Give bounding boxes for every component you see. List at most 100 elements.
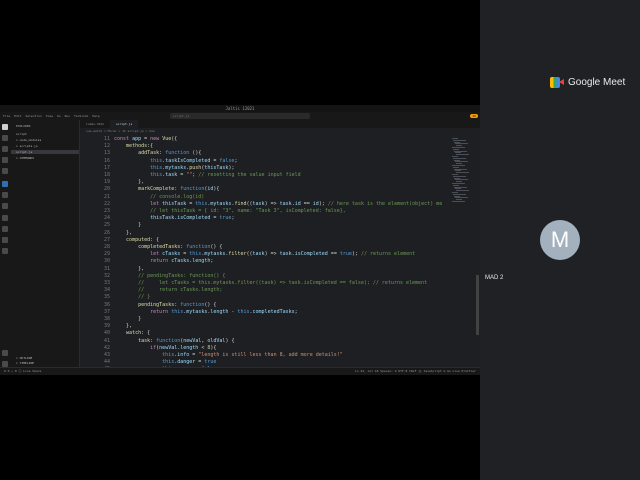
explorer-item[interactable]: > node_modules [16, 138, 41, 142]
code-line[interactable]: 20 markComplete: function(id){ [80, 186, 452, 193]
code-line[interactable]: 32 // pendingTasks: function() { [80, 273, 452, 280]
run-debug-icon[interactable] [2, 157, 8, 163]
code-line[interactable]: 38 } [80, 316, 452, 323]
line-number: 19 [103, 179, 110, 186]
code-line[interactable]: 12 methods:{ [80, 143, 452, 150]
remote-icon[interactable] [2, 181, 8, 187]
explorer-item[interactable]: > COMMANDS [16, 156, 34, 160]
code-line[interactable]: 36 pendingTasks: function() { [80, 302, 452, 309]
code-text: }, [114, 323, 133, 330]
code-text: addTask: function (){ [138, 150, 202, 157]
activity-bar [0, 120, 10, 375]
code-text: // } [138, 294, 151, 301]
code-line[interactable]: 18 this.task = ""; // resetting the valu… [80, 172, 452, 179]
code-line[interactable]: 13 addTask: function (){ [80, 150, 452, 157]
code-line[interactable]: 43 this.info = "length is still less tha… [80, 352, 452, 359]
status-left[interactable]: ⊗ 0 ⚠ 0 ⓘ Live Share [4, 368, 41, 375]
database-icon[interactable] [2, 226, 8, 232]
status-bar: ⊗ 0 ⚠ 0 ⓘ Live Share Ln 42, Col 18 Space… [0, 367, 480, 375]
line-number: 27 [103, 236, 110, 243]
code-line[interactable]: 35 // } [80, 294, 452, 301]
code-line[interactable]: 41 task: function(newVal, oldVal) { [80, 338, 452, 345]
code-line[interactable]: 26 }, [80, 230, 452, 237]
code-line[interactable]: 16 this.taskIsCompleted = false; [80, 158, 452, 165]
code-line[interactable]: 34 // return cTasks.length; [80, 287, 452, 294]
code-line[interactable]: 37 return this.mytasks.length - this.com… [80, 309, 452, 316]
code-text: this.task = ""; // resetting the value i… [150, 172, 301, 178]
line-number: 38 [103, 316, 110, 322]
tab-index-html[interactable]: index.html [80, 120, 110, 128]
code-line[interactable]: 11 const app = new Vue({ [80, 136, 452, 143]
menu-terminal[interactable]: Terminal [74, 114, 88, 118]
tab-script-js[interactable]: script.js [110, 120, 139, 128]
vscode-window: Jaltiı 12021 File Edit Selection View Go… [0, 105, 480, 375]
testing-icon[interactable] [2, 192, 8, 198]
menu-file[interactable]: File [3, 114, 10, 118]
code-line[interactable]: 40 watch: { [80, 330, 452, 337]
code-text: computed: { [126, 236, 160, 243]
source-control-icon[interactable] [2, 146, 8, 152]
code-line[interactable]: 42 if(newVal.length < 8){ [80, 345, 452, 352]
code-line[interactable]: 21 // console.log(id) [80, 194, 452, 201]
code-line[interactable]: 17 this.mytasks.push(thisTask); [80, 165, 452, 172]
line-number: 32 [103, 272, 110, 279]
explorer-panel: EXPLORER script > node_modules > scripts… [10, 120, 80, 367]
command-search-input[interactable]: script.js [170, 113, 310, 119]
account-icon[interactable] [2, 350, 8, 356]
line-number: 30 [103, 258, 110, 265]
bookmark-icon[interactable] [2, 248, 8, 254]
line-number: 18 [103, 172, 110, 178]
code-line[interactable]: 31 }, [80, 266, 452, 273]
code-text: } [114, 222, 142, 229]
status-right[interactable]: Ln 42, Col 18 Spaces: 4 UTF-8 CRLF {} Ja… [355, 368, 476, 375]
code-line[interactable]: 30 return cTasks.length; [80, 258, 452, 265]
code-editor[interactable]: 11 const app = new Vue({12 methods:{13 ad… [80, 134, 452, 375]
scrollbar[interactable] [476, 275, 479, 335]
code-line[interactable]: 24 thisTask.isCompleted = true; [80, 215, 452, 222]
code-line[interactable]: 22 let thisTask = this.mytasks.find((tas… [80, 201, 452, 208]
timeline-section[interactable]: > TIMELINE [16, 361, 34, 365]
minimap[interactable] [452, 134, 474, 367]
menu-edit[interactable]: Edit [14, 114, 21, 118]
line-number: 25 [103, 222, 110, 229]
code-line[interactable]: 23 // let thisTask = { id: "3", name: "T… [80, 208, 452, 215]
code-line[interactable]: 28 completedTasks: function() { [80, 244, 452, 251]
menu-selection[interactable]: Selection [25, 114, 41, 118]
code-text: }, [114, 265, 145, 272]
docker-icon[interactable] [2, 215, 8, 221]
code-text: let cTasks = this.mytasks.filter((task) … [150, 251, 416, 258]
explorer-item[interactable]: > scripts.js [16, 144, 38, 148]
explorer-item[interactable]: script [16, 132, 27, 136]
explorer-item-selected[interactable]: script.js [11, 150, 79, 154]
line-number: 43 [103, 352, 110, 358]
menu-view[interactable]: View [46, 114, 53, 118]
code-line[interactable]: 29 let cTasks = this.mytasks.filter((tas… [80, 251, 452, 258]
menu-run[interactable]: Run [65, 114, 70, 118]
avatar[interactable]: M [540, 220, 580, 260]
extensions-icon[interactable] [2, 168, 8, 174]
line-number: 37 [103, 308, 110, 315]
code-text: markComplete: function(id){ [138, 186, 220, 193]
code-line[interactable]: 25 } [80, 222, 452, 229]
code-line[interactable]: 33 // let cTasks = this.mytasks.filter((… [80, 280, 452, 287]
live-share-icon[interactable] [2, 203, 8, 209]
ai-badge[interactable]: 20 [470, 114, 478, 118]
search-icon[interactable] [2, 135, 8, 141]
code-text: pendingTasks: function() { [138, 301, 217, 308]
timeline-icon[interactable] [2, 237, 8, 243]
code-line[interactable]: 39 }, [80, 323, 452, 330]
line-number: 21 [103, 193, 110, 200]
explorer-icon[interactable] [2, 124, 8, 130]
line-number: 20 [103, 186, 110, 193]
code-line[interactable]: 44 this.danger = true [80, 359, 452, 366]
code-text: this.mytasks.push(thisTask); [150, 164, 235, 171]
menu-help[interactable]: Help [92, 114, 99, 118]
line-number: 11 [103, 136, 110, 142]
code-line[interactable]: 27 computed: { [80, 237, 452, 244]
line-number: 40 [103, 330, 110, 337]
code-line[interactable]: 19 }, [80, 179, 452, 186]
line-number: 16 [103, 157, 110, 164]
menu-go[interactable]: Go [57, 114, 61, 118]
outline-section[interactable]: > OUTLINE [16, 356, 32, 360]
code-text: thisTask.isCompleted = true; [150, 215, 235, 222]
